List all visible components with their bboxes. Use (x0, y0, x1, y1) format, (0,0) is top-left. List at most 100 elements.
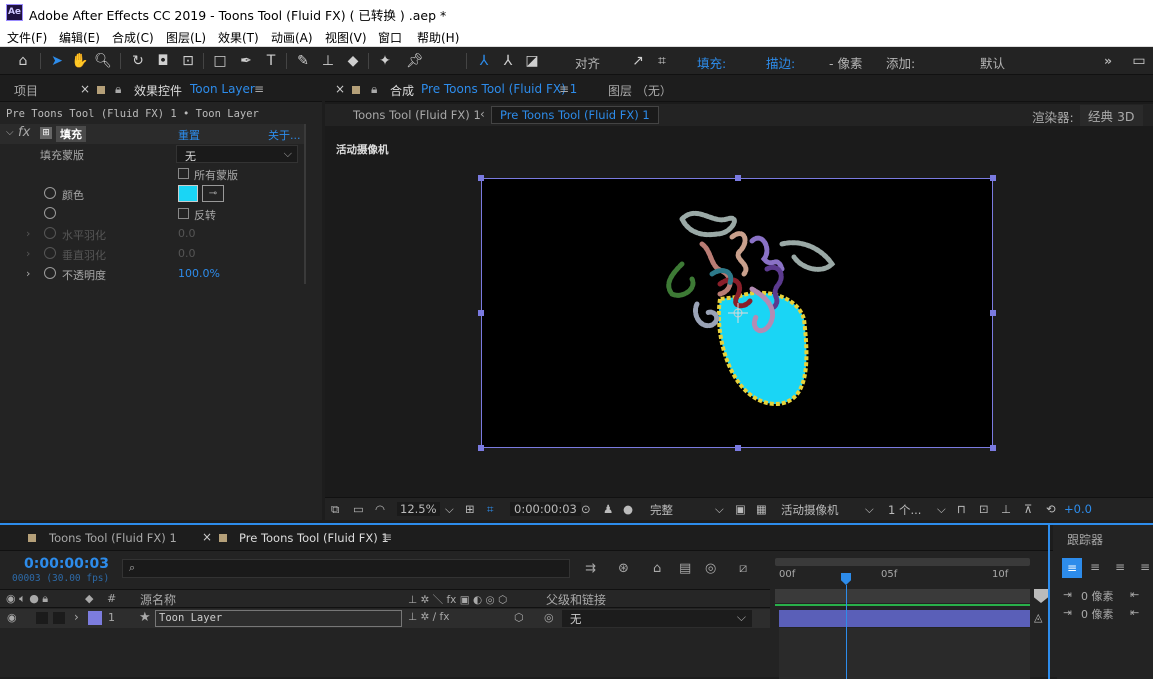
fast-preview-icon[interactable]: ▣ (735, 502, 746, 516)
menu-composition[interactable]: 合成(C) (112, 29, 154, 46)
time-navigator[interactable] (775, 558, 1030, 566)
parent-dropdown[interactable]: 无 ⌵ (562, 610, 752, 627)
close-icon[interactable]: × (80, 82, 90, 96)
scrollbar[interactable] (304, 124, 306, 284)
indent-first-value[interactable]: 0 像素 (1081, 606, 1114, 622)
world-axis-mode-icon[interactable]: ⅄ (498, 51, 518, 71)
channel-icon[interactable]: ● (623, 502, 633, 516)
rotate-tool-icon[interactable]: ↻ (128, 51, 148, 71)
chevron-right-icon[interactable]: › (26, 267, 30, 280)
work-area-bar[interactable] (775, 589, 1030, 603)
selection-tool-icon[interactable]: ➤ (47, 51, 67, 71)
zoom-slider-icon[interactable]: ◬ (1034, 611, 1048, 625)
breadcrumb-current[interactable]: Pre Toons Tool (Fluid FX) 1 (491, 106, 659, 124)
safe-zones-icon[interactable]: ⊞ (465, 502, 475, 516)
tab-tracker[interactable]: 跟踪器 (1067, 531, 1103, 548)
view-axis-mode-icon[interactable]: ◪ (522, 51, 542, 71)
menu-animation[interactable]: 动画(A) (271, 29, 313, 46)
eye-icon[interactable]: ◉ (7, 611, 17, 624)
stroke-width[interactable]: - 像素 (829, 53, 862, 72)
eraser-tool-icon[interactable]: ◆ (343, 51, 363, 71)
exposure-icon[interactable]: ⟲ (1046, 502, 1056, 516)
color-swatch[interactable] (178, 185, 198, 202)
resolution-dropdown[interactable]: 完整 (650, 502, 673, 518)
workspace-default[interactable]: 默认 (980, 53, 1005, 72)
chevron-down-icon[interactable]: ⌵ (715, 502, 724, 517)
zoom-dropdown[interactable]: 12.5% (397, 502, 440, 516)
breadcrumb-item[interactable]: Toons Tool (Fluid FX) 1 (353, 108, 481, 122)
chevron-down-icon[interactable]: ⌵ (445, 502, 454, 517)
add-label[interactable]: 添加: (886, 53, 915, 72)
workspace-menu-icon[interactable]: ▭ (1129, 51, 1149, 71)
menu-edit[interactable]: 编辑(E) (59, 29, 100, 46)
region-of-interest-icon[interactable]: ⌗ (487, 502, 493, 517)
snap-options-icon[interactable]: ↗ (628, 51, 648, 71)
tab-project[interactable]: 项目 (14, 82, 38, 99)
chevron-down-icon[interactable]: ⌵ (937, 502, 946, 517)
layer-duration-bar[interactable] (779, 610, 1030, 627)
pick-whip-icon[interactable]: ◎ (544, 611, 554, 624)
close-icon[interactable]: × (202, 530, 212, 544)
col-source-name[interactable]: 源名称 (140, 591, 176, 608)
rectangle-tool-icon[interactable]: □ (210, 51, 230, 71)
all-masks-checkbox[interactable] (178, 168, 189, 179)
snap-target-icon[interactable]: ⌗ (652, 51, 672, 71)
current-timecode[interactable]: 0:00:00:03 (24, 556, 109, 572)
panel-menu-icon[interactable]: ≡ (382, 530, 392, 544)
playhead[interactable] (841, 573, 851, 585)
chevron-right-icon[interactable]: › (26, 227, 30, 240)
tab-timeline-2[interactable]: Pre Toons Tool (Fluid FX) 1 (239, 531, 389, 545)
pan-behind-tool-icon[interactable]: ⊡ (178, 51, 198, 71)
workspace-overflow[interactable]: » (1104, 53, 1112, 68)
tab-composition[interactable]: Pre Toons Tool (Fluid FX) 1 (421, 82, 577, 96)
fill-mask-dropdown[interactable]: 无 ⌵ (176, 145, 298, 163)
opacity-value[interactable]: 100.0% (178, 267, 220, 280)
flowchart-icon[interactable]: ⊥ (1001, 502, 1011, 516)
mask-visibility-icon[interactable]: ◠ (375, 502, 385, 516)
lock-toggle[interactable] (53, 612, 65, 624)
stroke-label[interactable]: 描边: (766, 53, 795, 72)
chevron-left-icon[interactable]: ‹ (480, 107, 485, 121)
display-icon[interactable]: ▭ (353, 502, 364, 516)
toggle-view-icon[interactable]: ⊓ (957, 502, 966, 516)
layer-name[interactable]: Toon Layer (155, 610, 402, 627)
layer-search-input[interactable]: ⌕ (122, 559, 570, 578)
transparency-grid-icon[interactable]: ▦ (756, 502, 767, 516)
composition-viewer[interactable] (478, 175, 996, 451)
home-icon[interactable]: ⌂ (13, 51, 33, 71)
layer-row[interactable]: ◉ › 1 ★ Toon Layer ⊥ ✲ ∕ fx ⬡ ◎ 无 ⌵ (0, 609, 770, 628)
align-right-icon[interactable]: ≡ (1115, 560, 1125, 574)
panel-menu-icon[interactable]: ≡ (254, 82, 264, 96)
layer-switches[interactable]: ⊥ ✲ ∕ fx (408, 611, 449, 623)
chevron-right-icon[interactable]: › (74, 610, 79, 624)
graph-editor-icon[interactable]: ⧄ (739, 561, 747, 576)
clone-stamp-tool-icon[interactable]: ⊥ (318, 51, 338, 71)
lock-icon[interactable]: 🔒︎ (115, 82, 121, 97)
snapshot-icon[interactable]: ⊙ (581, 502, 591, 516)
expand-icon[interactable]: ⌵ (6, 127, 14, 138)
puppet-pin-tool-icon[interactable]: 📌︎ (405, 51, 425, 71)
indent-left-value[interactable]: 0 像素 (1081, 588, 1114, 604)
draft-3d-icon[interactable]: ⊛ (618, 561, 629, 576)
tab-comp-prefix[interactable]: 合成 (390, 82, 414, 99)
menu-layer[interactable]: 图层(L) (166, 29, 206, 46)
comp-mini-flowchart-icon[interactable]: ⇉ (585, 561, 596, 576)
close-icon[interactable]: × (335, 82, 345, 96)
col-parent[interactable]: 父级和链接 (546, 591, 606, 608)
zoom-tool-icon[interactable]: 🔍︎ (93, 51, 113, 71)
exposure-value[interactable]: +0.0 (1064, 502, 1092, 516)
layer-label-color[interactable] (88, 611, 102, 625)
menu-effect[interactable]: 效果(T) (218, 29, 259, 46)
always-preview-icon[interactable]: ⧉ (331, 502, 339, 517)
lock-icon[interactable]: 🔒︎ (371, 82, 377, 97)
chevron-right-icon[interactable]: › (26, 247, 30, 260)
effect-reset-link[interactable]: 重置 (178, 127, 200, 143)
eyedropper-icon[interactable]: ⊸ (202, 185, 224, 202)
justify-icon[interactable]: ≡ (1140, 560, 1150, 574)
motion-blur-icon[interactable]: ◎ (705, 561, 716, 576)
fx-icon[interactable]: fx (18, 125, 30, 140)
show-snapshot-icon[interactable]: ♟ (603, 502, 613, 516)
camera-tool-icon[interactable]: ◘ (153, 51, 173, 71)
3d-layer-icon[interactable]: ⬡ (514, 611, 524, 624)
tab-effect-layer[interactable]: Toon Layer (190, 82, 255, 96)
